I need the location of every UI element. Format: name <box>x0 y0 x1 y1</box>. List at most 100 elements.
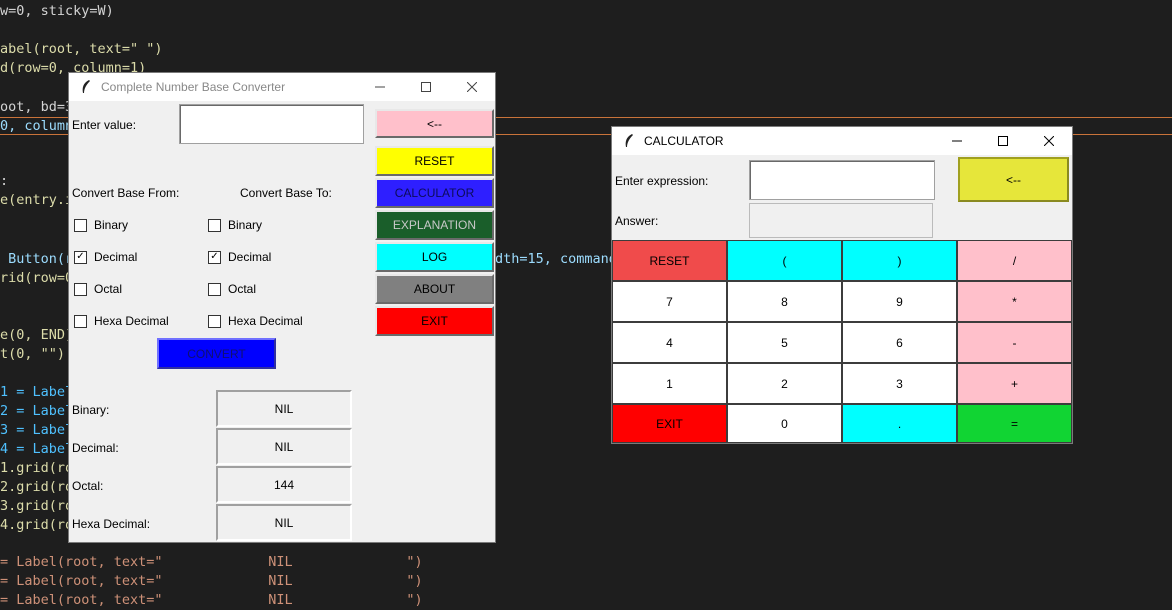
calc-plus-button[interactable]: + <box>957 363 1072 404</box>
result-decimal: NIL <box>216 428 352 465</box>
to-hexa-checkbox[interactable]: Hexa Decimal <box>208 314 303 328</box>
result-label-decimal: Decimal: <box>72 441 119 455</box>
enter-value-label: Enter value: <box>72 118 137 132</box>
checkbox-box <box>208 314 221 328</box>
calc-open-paren-button[interactable]: ( <box>727 240 842 281</box>
convert-to-label: Convert Base To: <box>240 186 332 200</box>
calc-6-button[interactable]: 6 <box>842 322 957 363</box>
code-line: Button(r <box>0 251 74 267</box>
code-line: w=0, sticky=W) <box>0 3 114 19</box>
exit-button[interactable]: EXIT <box>375 306 494 336</box>
feather-icon <box>77 78 95 96</box>
from-binary-checkbox[interactable]: Binary <box>74 218 128 232</box>
code-line: abel(root, text=" ") <box>0 41 163 57</box>
log-button[interactable]: LOG <box>375 242 494 272</box>
calc-reset-button[interactable]: RESET <box>612 240 727 281</box>
close-button[interactable] <box>1026 127 1072 155</box>
converter-window: Complete Number Base Converter Enter val… <box>68 72 496 543</box>
code-line: t(0, "") <box>0 346 66 362</box>
calc-close-paren-button[interactable]: ) <box>842 240 957 281</box>
minimize-button[interactable] <box>357 73 403 101</box>
calc-9-button[interactable]: 9 <box>842 281 957 322</box>
calc-1-button[interactable]: 1 <box>612 363 727 404</box>
back-button[interactable]: <-- <box>375 109 494 138</box>
code-line: 2 = Label <box>0 403 74 419</box>
calc-5-button[interactable]: 5 <box>727 322 842 363</box>
result-label-octal: Octal: <box>72 479 104 493</box>
code-line: rid(row=0 <box>0 270 74 286</box>
calculator-title: CALCULATOR <box>644 134 724 148</box>
code-line: 1 = Label <box>0 384 74 400</box>
convert-button[interactable]: CONVERT <box>157 338 276 369</box>
explanation-button[interactable]: EXPLANATION <box>375 210 494 240</box>
maximize-button[interactable] <box>980 127 1026 155</box>
code-line: : <box>0 173 9 189</box>
checkbox-box <box>74 282 87 296</box>
from-hexa-checkbox[interactable]: Hexa Decimal <box>74 314 169 328</box>
from-decimal-checkbox[interactable]: ✓ Decimal <box>74 250 137 264</box>
calc-divide-button[interactable]: / <box>957 240 1072 281</box>
calc-equals-button[interactable]: = <box>957 404 1072 443</box>
to-binary-checkbox[interactable]: Binary <box>208 218 262 232</box>
checkbox-label: Decimal <box>94 250 138 264</box>
checkbox-label: Binary <box>228 218 263 232</box>
calc-exit-button[interactable]: EXIT <box>612 404 727 443</box>
reset-button[interactable]: RESET <box>375 146 494 176</box>
calculator-button[interactable]: CALCULATOR <box>375 178 494 208</box>
calc-multiply-button[interactable]: * <box>957 281 1072 322</box>
maximize-button[interactable] <box>403 73 449 101</box>
calc-3-button[interactable]: 3 <box>842 363 957 404</box>
code-line: 4 = Label <box>0 441 74 457</box>
calc-7-button[interactable]: 7 <box>612 281 727 322</box>
to-decimal-checkbox[interactable]: ✓ Decimal <box>208 250 271 264</box>
code-line: oot, bd=3 <box>0 99 74 115</box>
feather-icon <box>620 132 638 150</box>
expression-input[interactable] <box>749 160 935 200</box>
code-line: = Label(root, text=" NIL ") <box>0 573 423 589</box>
answer-display <box>749 203 933 238</box>
result-label-hexa: Hexa Decimal: <box>72 517 151 531</box>
checkmark-icon: ✓ <box>74 250 87 264</box>
code-line: e(0, END) <box>0 327 74 343</box>
checkbox-label: Decimal <box>228 250 272 264</box>
minimize-button[interactable] <box>934 127 980 155</box>
checkbox-label: Binary <box>94 218 129 232</box>
calc-2-button[interactable]: 2 <box>727 363 842 404</box>
convert-from-label: Convert Base From: <box>72 186 180 200</box>
calc-8-button[interactable]: 8 <box>727 281 842 322</box>
calc-minus-button[interactable]: - <box>957 322 1072 363</box>
code-line: 1.grid(ro <box>0 460 74 476</box>
code-line: 2.grid(ro <box>0 479 74 495</box>
code-line: = Label(root, text=" NIL ") <box>0 592 423 608</box>
calculator-titlebar[interactable]: CALCULATOR <box>612 127 1072 155</box>
code-line: 3 = Label <box>0 422 74 438</box>
code-line: dth=15, command <box>495 251 617 267</box>
about-button[interactable]: ABOUT <box>375 274 494 304</box>
checkbox-box <box>208 282 221 296</box>
checkbox-box <box>74 314 87 328</box>
checkbox-box <box>74 218 87 232</box>
close-button[interactable] <box>449 73 495 101</box>
checkbox-label: Octal <box>228 282 257 296</box>
calc-4-button[interactable]: 4 <box>612 322 727 363</box>
converter-titlebar[interactable]: Complete Number Base Converter <box>69 73 495 101</box>
calc-back-button[interactable]: <-- <box>958 157 1069 202</box>
calculator-window: CALCULATOR Enter expression: <-- Answer:… <box>611 126 1073 444</box>
checkmark-icon: ✓ <box>208 250 221 264</box>
checkbox-label: Hexa Decimal <box>228 314 303 328</box>
result-label-binary: Binary: <box>72 403 110 417</box>
code-line: 4.grid(ro <box>0 517 74 533</box>
result-binary: NIL <box>216 390 352 427</box>
value-input[interactable] <box>179 104 364 144</box>
calc-dot-button[interactable]: . <box>842 404 957 443</box>
converter-title: Complete Number Base Converter <box>101 80 286 94</box>
to-octal-checkbox[interactable]: Octal <box>208 282 256 296</box>
checkbox-label: Hexa Decimal <box>94 314 169 328</box>
calc-0-button[interactable]: 0 <box>727 404 842 443</box>
answer-label: Answer: <box>615 214 659 228</box>
code-line: e(entry.i <box>0 192 74 208</box>
checkbox-box <box>208 218 221 232</box>
result-octal: 144 <box>216 466 352 503</box>
from-octal-checkbox[interactable]: Octal <box>74 282 122 296</box>
code-line: 3.grid(ro <box>0 498 74 514</box>
